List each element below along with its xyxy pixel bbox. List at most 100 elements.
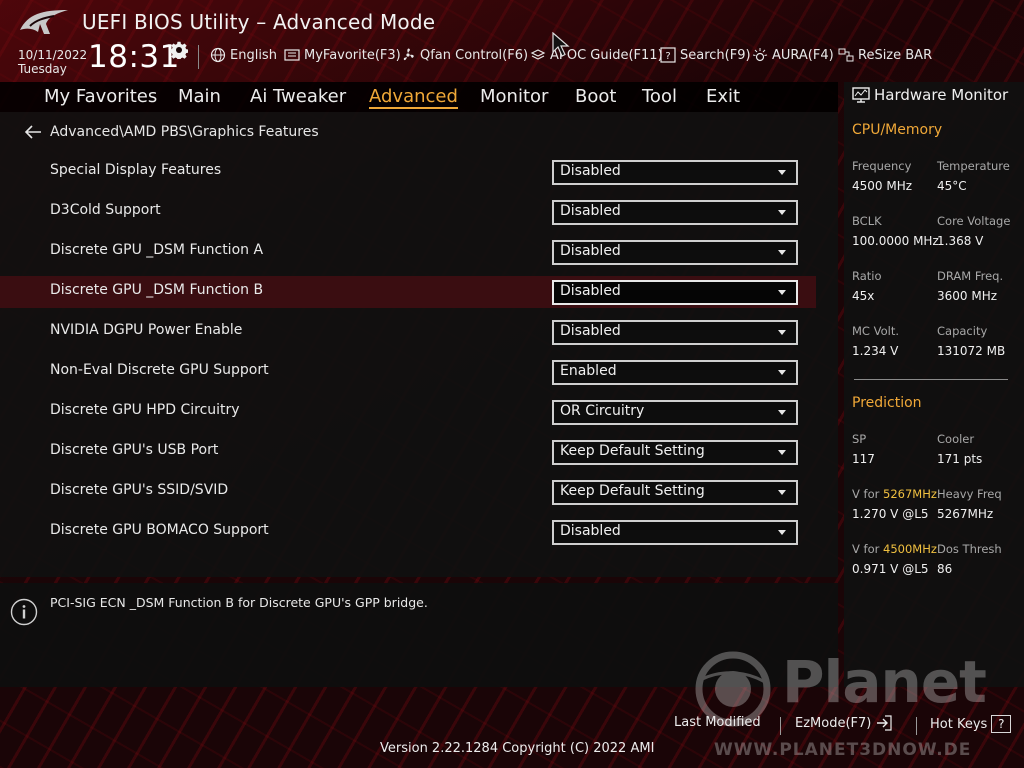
hw-divider — [854, 379, 1008, 380]
setting-dropdown[interactable]: Disabled — [552, 320, 798, 345]
svg-text:?: ? — [665, 51, 670, 62]
aura-label: AURA(F4) — [772, 47, 834, 63]
search-help-icon: ? — [660, 47, 676, 63]
setting-dropdown[interactable]: Disabled — [552, 520, 798, 545]
hw-label: SP — [852, 432, 867, 446]
resize-bar-label: ReSize BAR — [858, 47, 933, 63]
setting-label: Special Display Features — [50, 162, 222, 178]
main-menu-bar: My Favorites Main Ai Tweaker Advanced Mo… — [0, 82, 838, 112]
menu-tab-advanced[interactable]: Advanced — [369, 86, 458, 109]
aura-button[interactable]: AURA(F4) — [752, 47, 834, 63]
setting-row[interactable]: Special Display Features Disabled — [0, 156, 816, 188]
setting-row[interactable]: Discrete GPU HPD Circuitry OR Circuitry — [0, 396, 816, 428]
qfan-control-button[interactable]: Qfan Control(F6) — [400, 47, 528, 63]
chevron-down-icon — [778, 490, 786, 495]
ai-oc-icon — [530, 49, 546, 60]
hw-label: BCLK — [852, 214, 882, 228]
dropdown-value: Disabled — [560, 283, 621, 299]
language-label: English — [230, 47, 277, 63]
menu-tab-tool[interactable]: Tool — [642, 86, 677, 107]
app-title: UEFI BIOS Utility – Advanced Mode — [82, 10, 436, 34]
hw-value: 131072 MB — [937, 344, 1006, 358]
hw-value: 86 — [937, 562, 953, 576]
setting-dropdown[interactable]: Disabled — [552, 280, 798, 305]
hw-value: 0.971 V @L5 — [852, 562, 929, 576]
setting-label: NVIDIA DGPU Power Enable — [50, 322, 243, 338]
chevron-down-icon — [778, 170, 786, 175]
setting-row-selected[interactable]: Discrete GPU _DSM Function B Disabled — [0, 276, 816, 308]
header: UEFI BIOS Utility – Advanced Mode 10/11/… — [0, 0, 1024, 82]
chevron-down-icon — [778, 530, 786, 535]
myfavorite-button[interactable]: MyFavorite(F3) — [284, 47, 401, 63]
hw-label: V for 5267MHz — [852, 487, 937, 501]
last-modified-label: Last Modified — [674, 715, 761, 730]
hw-value: 117 — [852, 452, 875, 466]
dropdown-value: OR Circuitry — [560, 403, 645, 419]
setting-row[interactable]: NVIDIA DGPU Power Enable Disabled — [0, 316, 816, 348]
hw-label: V for 4500MHz — [852, 542, 937, 556]
setting-label: Discrete GPU _DSM Function B — [50, 282, 264, 298]
setting-row[interactable]: Discrete GPU's SSID/SVID Keep Default Se… — [0, 476, 816, 508]
setting-dropdown[interactable]: Disabled — [552, 240, 798, 265]
hw-label: Dos Thresh — [937, 542, 1002, 556]
setting-dropdown[interactable]: Disabled — [552, 160, 798, 185]
dropdown-value: Disabled — [560, 523, 621, 539]
language-button[interactable]: English — [210, 47, 277, 63]
dropdown-value: Disabled — [560, 323, 621, 339]
setting-row[interactable]: D3Cold Support Disabled — [0, 196, 816, 228]
mouse-cursor-icon — [552, 32, 570, 57]
hw-label: Core Voltage — [937, 214, 1011, 228]
hw-label: Frequency — [852, 159, 912, 173]
menu-tab-my-favorites[interactable]: My Favorites — [44, 86, 157, 107]
setting-dropdown[interactable]: Keep Default Setting — [552, 440, 798, 465]
setting-row[interactable]: Discrete GPU's USB Port Keep Default Set… — [0, 436, 816, 468]
hardware-monitor-title-text: Hardware Monitor — [874, 86, 1009, 104]
hw-value: 1.270 V @L5 — [852, 507, 929, 521]
resize-bar-icon — [838, 48, 854, 62]
date-text: 10/11/2022 — [18, 48, 88, 62]
setting-label: Non-Eval Discrete GPU Support — [50, 362, 269, 378]
setting-dropdown[interactable]: Enabled — [552, 360, 798, 385]
chevron-down-icon — [778, 410, 786, 415]
monitor-icon — [852, 87, 870, 103]
menu-tab-main[interactable]: Main — [178, 86, 221, 107]
hw-label: Ratio — [852, 269, 882, 283]
setting-row[interactable]: Non-Eval Discrete GPU Support Enabled — [0, 356, 816, 388]
gear-icon[interactable] — [170, 41, 188, 59]
hot-keys-label: Hot Keys — [930, 716, 988, 732]
back-arrow-icon[interactable] — [24, 125, 42, 139]
dropdown-value: Disabled — [560, 203, 621, 219]
chevron-down-icon — [778, 450, 786, 455]
setting-dropdown[interactable]: Keep Default Setting — [552, 480, 798, 505]
hw-label: DRAM Freq. — [937, 269, 1004, 283]
setting-dropdown[interactable]: Disabled — [552, 200, 798, 225]
setting-row[interactable]: Discrete GPU _DSM Function A Disabled — [0, 236, 816, 268]
chevron-down-icon — [778, 330, 786, 335]
footer: Last Modified EzMode(F7) Hot Keys ? Vers… — [0, 687, 1024, 768]
help-key-icon: ? — [991, 715, 1012, 733]
chevron-down-icon — [778, 370, 786, 375]
setting-label: Discrete GPU's SSID/SVID — [50, 482, 229, 498]
myfavorite-label: MyFavorite(F3) — [304, 47, 401, 63]
menu-tab-exit[interactable]: Exit — [706, 86, 740, 107]
menu-tab-boot[interactable]: Boot — [575, 86, 616, 107]
chevron-down-icon — [778, 250, 786, 255]
hw-label: Cooler — [937, 432, 975, 446]
setting-label: Discrete GPU HPD Circuitry — [50, 402, 240, 418]
resize-bar-button[interactable]: ReSize BAR — [838, 47, 932, 63]
setting-row[interactable]: Discrete GPU BOMACO Support Disabled — [0, 516, 816, 548]
v-for-frequency: 5267MHz — [883, 487, 937, 501]
menu-tab-monitor[interactable]: Monitor — [480, 86, 548, 107]
footer-separator — [916, 717, 917, 735]
search-button[interactable]: ? Search(F9) — [660, 47, 751, 63]
hw-value: 45°C — [937, 179, 967, 193]
ezmode-button[interactable]: EzMode(F7) — [795, 715, 893, 731]
last-modified-button[interactable]: Last Modified — [674, 715, 761, 730]
menu-tab-ai-tweaker[interactable]: Ai Tweaker — [250, 86, 346, 107]
setting-dropdown[interactable]: OR Circuitry — [552, 400, 798, 425]
dropdown-value: Keep Default Setting — [560, 483, 705, 499]
cpu-memory-section-title: CPU/Memory — [852, 122, 943, 138]
hot-keys-button[interactable]: Hot Keys ? — [930, 715, 1012, 733]
breadcrumb-path: Advanced\AMD PBS\Graphics Features — [50, 124, 319, 140]
ai-oc-guide-button[interactable]: AI OC Guide(F11) — [530, 47, 663, 63]
